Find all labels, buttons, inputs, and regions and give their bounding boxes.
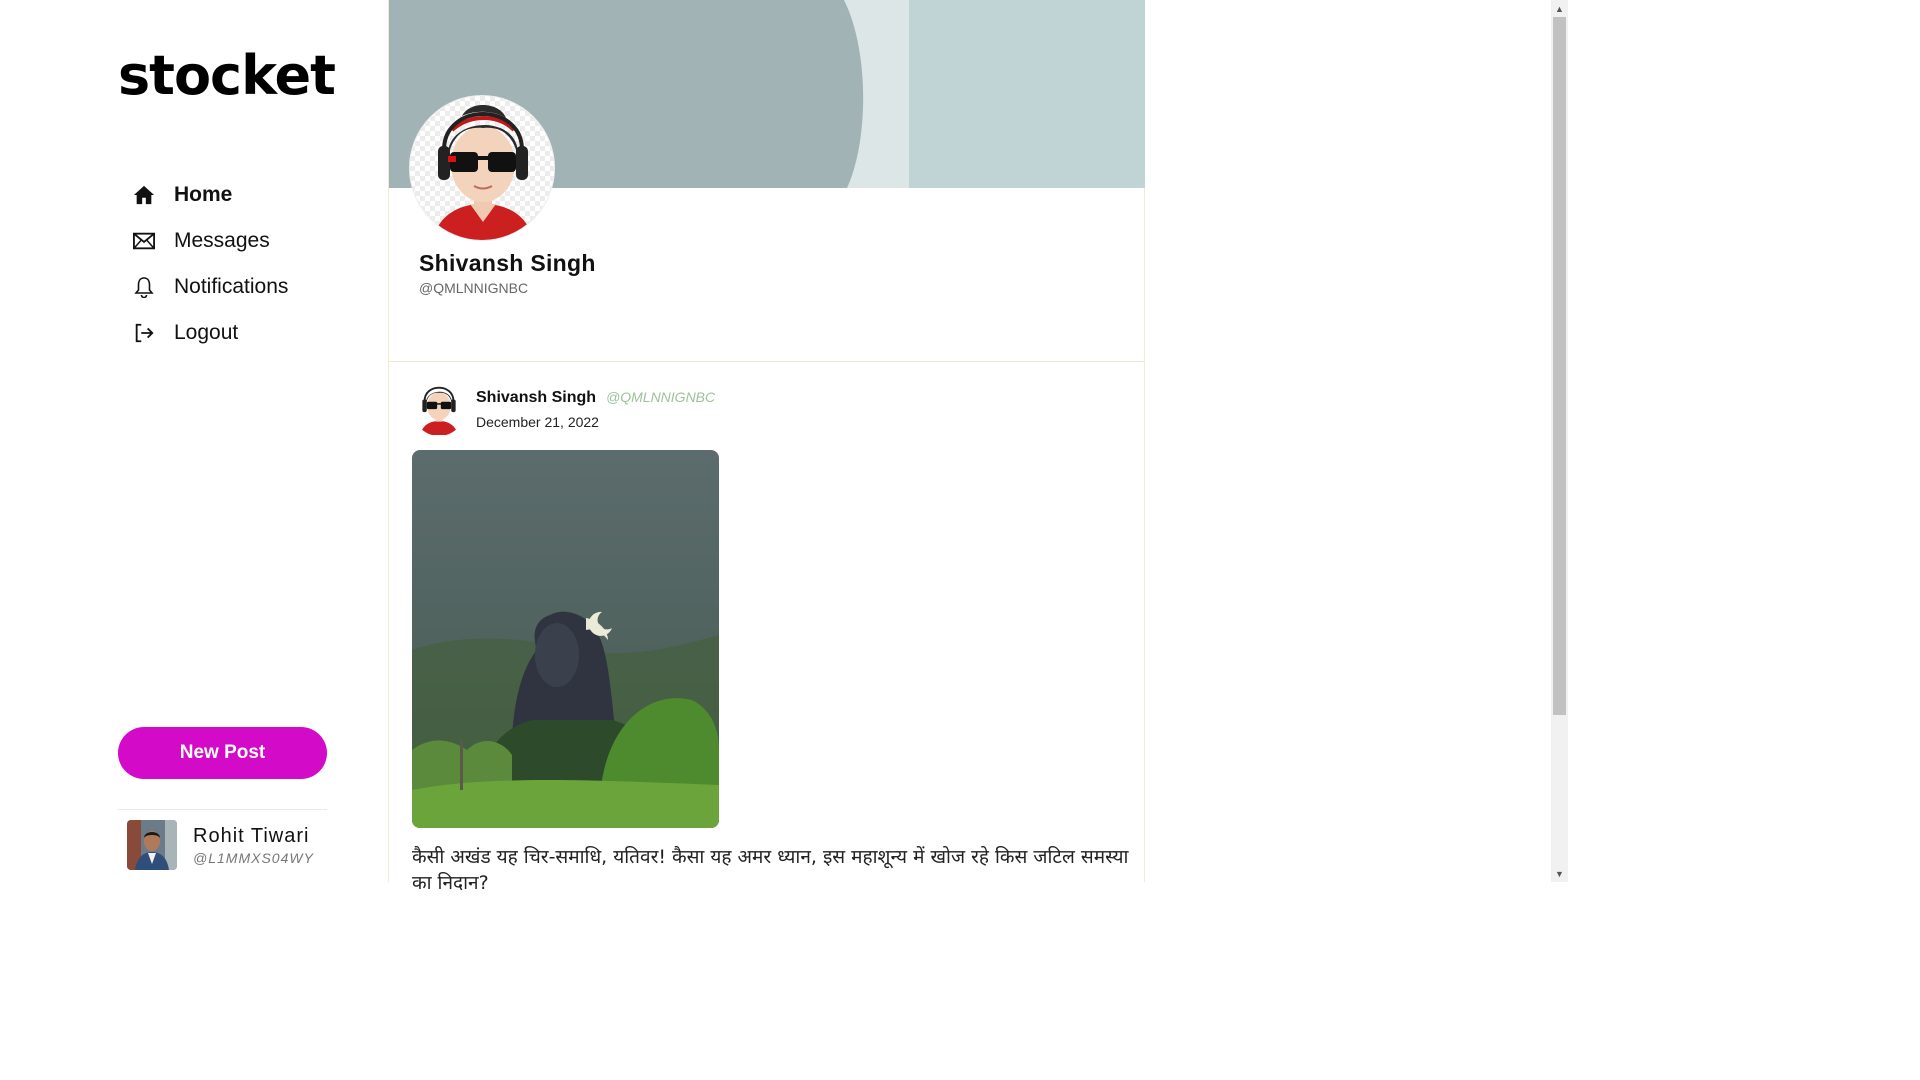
post-date: December 21, 2022 bbox=[476, 414, 599, 430]
main-feed: Shivansh Singh @QMLNNIGNBC Shivansh Sing… bbox=[388, 0, 1145, 894]
post-image[interactable] bbox=[412, 450, 719, 828]
profile-divider bbox=[389, 361, 1145, 362]
nav-item-label: Logout bbox=[174, 321, 239, 344]
bell-icon bbox=[130, 273, 158, 301]
profile-handle: @QMLNNIGNBC bbox=[419, 280, 529, 296]
post-author-handle[interactable]: @QMLNNIGNBC bbox=[606, 389, 715, 405]
current-user-card[interactable]: Rohit Tiwari @L1MMXS04WY bbox=[127, 820, 314, 870]
nav-item-home[interactable]: Home bbox=[130, 172, 288, 218]
home-icon bbox=[130, 181, 158, 209]
post-author-name[interactable]: Shivansh Singh bbox=[476, 389, 596, 406]
current-user-handle: @L1MMXS04WY bbox=[193, 849, 314, 866]
scrollbar-thumb[interactable] bbox=[1553, 17, 1566, 715]
nav-item-messages[interactable]: Messages bbox=[130, 218, 288, 264]
post-author-avatar[interactable] bbox=[412, 380, 466, 436]
nav-item-label: Notifications bbox=[174, 275, 289, 298]
current-user-name: Rohit Tiwari bbox=[193, 824, 310, 847]
nav-item-label: Messages bbox=[174, 229, 270, 252]
sidebar: stocket Home Messages Notifications Logo… bbox=[0, 0, 388, 882]
logout-icon bbox=[130, 319, 158, 347]
nav-item-label: Home bbox=[174, 183, 233, 206]
profile-avatar bbox=[409, 95, 555, 241]
app-logo[interactable]: stocket bbox=[118, 44, 336, 107]
post-meta: Shivansh Singh @QMLNNIGNBC December 21, 2… bbox=[476, 380, 715, 430]
new-post-button[interactable]: New Post bbox=[118, 727, 327, 779]
current-user-avatar bbox=[127, 820, 177, 870]
scroll-up-arrow-icon[interactable]: ▲ bbox=[1551, 0, 1568, 17]
post-card: Shivansh Singh @QMLNNIGNBC December 21, 2… bbox=[412, 380, 1132, 896]
profile-name: Shivansh Singh bbox=[419, 250, 596, 276]
nav-menu: Home Messages Notifications Logout bbox=[130, 172, 288, 356]
scrollbar[interactable]: ▲ ▼ bbox=[1551, 0, 1568, 882]
post-text: कैसी अखंड यह चिर-समाधि, यतिवर! कैसा यह अ… bbox=[412, 846, 1129, 894]
nav-item-logout[interactable]: Logout bbox=[130, 310, 288, 356]
mail-icon bbox=[130, 227, 158, 255]
nav-item-notifications[interactable]: Notifications bbox=[130, 264, 288, 310]
post-header: Shivansh Singh @QMLNNIGNBC December 21, 2… bbox=[412, 380, 1132, 436]
sidebar-divider bbox=[118, 809, 327, 810]
scroll-down-arrow-icon[interactable]: ▼ bbox=[1551, 865, 1568, 882]
